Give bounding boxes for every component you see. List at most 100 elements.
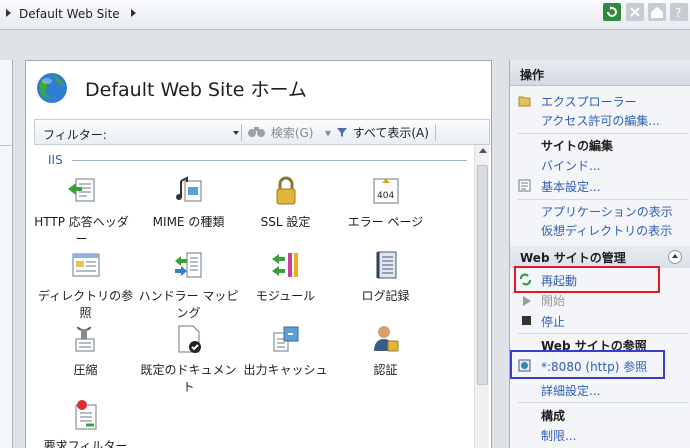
filter-label: フィルター: xyxy=(43,128,107,142)
stop-square-icon xyxy=(522,316,531,325)
group-divider xyxy=(72,160,467,161)
actions-divider xyxy=(518,199,688,200)
actions-divider xyxy=(518,133,688,134)
start-icon xyxy=(523,296,531,306)
mime-types-icon xyxy=(175,176,201,202)
show-all-icon xyxy=(336,128,347,137)
search-button-label: 検索(G) xyxy=(270,126,314,140)
modules-icon xyxy=(271,253,298,277)
feature-logging[interactable]: ログ記録 xyxy=(333,249,438,305)
show-all-dropdown-icon: ▾ xyxy=(325,126,332,140)
feature-modules[interactable]: モジュール xyxy=(233,249,338,305)
globe-icon xyxy=(37,73,67,103)
stop-link[interactable]: 停止 xyxy=(541,313,565,330)
explore-link[interactable]: エクスプローラー xyxy=(541,93,637,110)
svg-text:?: ? xyxy=(675,6,681,20)
connections-pane-edge[interactable] xyxy=(0,60,13,448)
feature-compression[interactable]: 圧縮 xyxy=(33,323,138,379)
manage-site-heading: Web サイトの管理 xyxy=(520,251,626,265)
feature-label: 認証 xyxy=(373,363,398,377)
actions-pane: 操作 エクスプローラー アクセス許可の編集... サイトの編集 バインド... … xyxy=(509,60,690,448)
breadcrumb-next-arrow-icon[interactable] xyxy=(131,9,136,17)
actions-divider xyxy=(518,333,688,334)
feature-error-pages[interactable]: 404 エラー ページ xyxy=(333,175,438,231)
advanced-settings-link[interactable]: 詳細設定... xyxy=(541,382,600,399)
feature-output-caching[interactable]: 出力キャッシュ xyxy=(233,323,338,379)
explore-folder-icon xyxy=(518,96,531,107)
request-filtering-icon xyxy=(75,400,96,430)
actions-header-label: 操作 xyxy=(520,68,545,82)
feature-label: 出力キャッシュ xyxy=(243,363,328,377)
feature-handler-mappings[interactable]: ハンドラー マッピング xyxy=(136,249,241,322)
basic-settings-link[interactable]: 基本設定... xyxy=(541,178,600,195)
actions-divider xyxy=(518,402,688,403)
error-page-404-icon: 404 xyxy=(373,178,398,204)
toolbar-separator xyxy=(435,124,436,141)
binoculars-icon xyxy=(248,127,265,137)
feature-label: ディレクトリの参照 xyxy=(37,289,134,320)
feature-label: 既定のドキュメント xyxy=(140,363,237,394)
page-title: Default Web Site ホーム xyxy=(85,79,307,101)
collapse-section-icon[interactable] xyxy=(668,250,682,264)
toolbar-separator xyxy=(241,124,242,141)
start-link[interactable]: 開始 xyxy=(541,292,565,309)
feature-label: HTTP 応答ヘッダー xyxy=(34,215,129,246)
scroll-up-icon[interactable] xyxy=(479,148,487,153)
feature-mime-types[interactable]: MIME の種類 xyxy=(136,175,241,231)
filter-input[interactable] xyxy=(115,123,240,141)
breadcrumb-bar: Default Web Site ? xyxy=(0,0,690,30)
feature-label: MIME の種類 xyxy=(152,215,225,229)
bindings-link[interactable]: バインド... xyxy=(541,157,600,174)
show-all-button[interactable]: ▾ すべて表示(A) xyxy=(325,124,429,141)
directory-browsing-icon xyxy=(72,253,99,277)
filter-dropdown-icon[interactable] xyxy=(233,131,239,135)
output-caching-icon xyxy=(273,326,298,352)
manage-site-band: Web サイトの管理 xyxy=(510,246,690,268)
refresh-icon[interactable] xyxy=(603,3,621,21)
features-scrollbar[interactable] xyxy=(474,145,489,448)
authentication-icon xyxy=(373,326,398,352)
feature-label: SSL 設定 xyxy=(260,215,311,229)
highlight-box-blue xyxy=(510,350,665,379)
features-view: Default Web Site ホーム フィルター: 検索(G) ▾ すべて表… xyxy=(25,60,492,448)
configure-heading: 構成 xyxy=(541,409,566,423)
basic-settings-icon xyxy=(518,179,531,192)
group-title-iis: IIS xyxy=(48,153,63,167)
show-all-label: すべて表示(A) xyxy=(352,126,429,140)
feature-label: 要求フィルター xyxy=(43,439,128,448)
logging-icon xyxy=(376,251,396,279)
scroll-thumb[interactable] xyxy=(477,165,488,385)
breadcrumb-site[interactable]: Default Web Site xyxy=(19,7,120,21)
feature-label: 圧縮 xyxy=(73,363,98,377)
edit-site-heading: サイトの編集 xyxy=(541,139,614,153)
breadcrumb-arrow-icon[interactable] xyxy=(6,9,11,17)
feature-http-response-headers[interactable]: HTTP 応答ヘッダー xyxy=(29,175,134,248)
connections-divider xyxy=(0,145,12,146)
stop-icon[interactable] xyxy=(626,3,644,21)
handler-mappings-icon xyxy=(174,252,201,278)
actions-header: 操作 xyxy=(510,60,690,86)
default-document-icon xyxy=(178,325,201,353)
feature-label: モジュール xyxy=(255,289,316,303)
http-response-headers-icon xyxy=(67,178,94,202)
feature-request-filtering[interactable]: 要求フィルター xyxy=(33,399,138,448)
view-virtual-directories-link[interactable]: 仮想ディレクトリの表示 xyxy=(541,222,672,239)
help-icon[interactable]: ? xyxy=(670,3,688,21)
feature-ssl-settings[interactable]: SSL 設定 xyxy=(233,175,338,231)
feature-label: ハンドラー マッピング xyxy=(138,289,239,320)
highlight-box-red xyxy=(514,266,660,293)
feature-label: エラー ページ xyxy=(347,215,424,229)
feature-label: ログ記録 xyxy=(361,289,410,303)
limits-link[interactable]: 制限... xyxy=(541,427,576,444)
compression-icon xyxy=(75,326,94,352)
feature-authentication[interactable]: 認証 xyxy=(333,323,438,379)
search-button[interactable]: 検索(G) xyxy=(247,124,314,141)
feature-directory-browsing[interactable]: ディレクトリの参照 xyxy=(33,249,138,322)
filter-toolbar: フィルター: 検索(G) ▾ すべて表示(A) xyxy=(34,119,490,145)
svg-text:404: 404 xyxy=(377,191,394,201)
ssl-lock-icon xyxy=(276,176,295,205)
feature-default-document[interactable]: 既定のドキュメント xyxy=(136,323,241,396)
view-applications-link[interactable]: アプリケーションの表示 xyxy=(541,203,673,220)
home-icon[interactable] xyxy=(648,3,666,21)
edit-permissions-link[interactable]: アクセス許可の編集... xyxy=(541,112,660,129)
